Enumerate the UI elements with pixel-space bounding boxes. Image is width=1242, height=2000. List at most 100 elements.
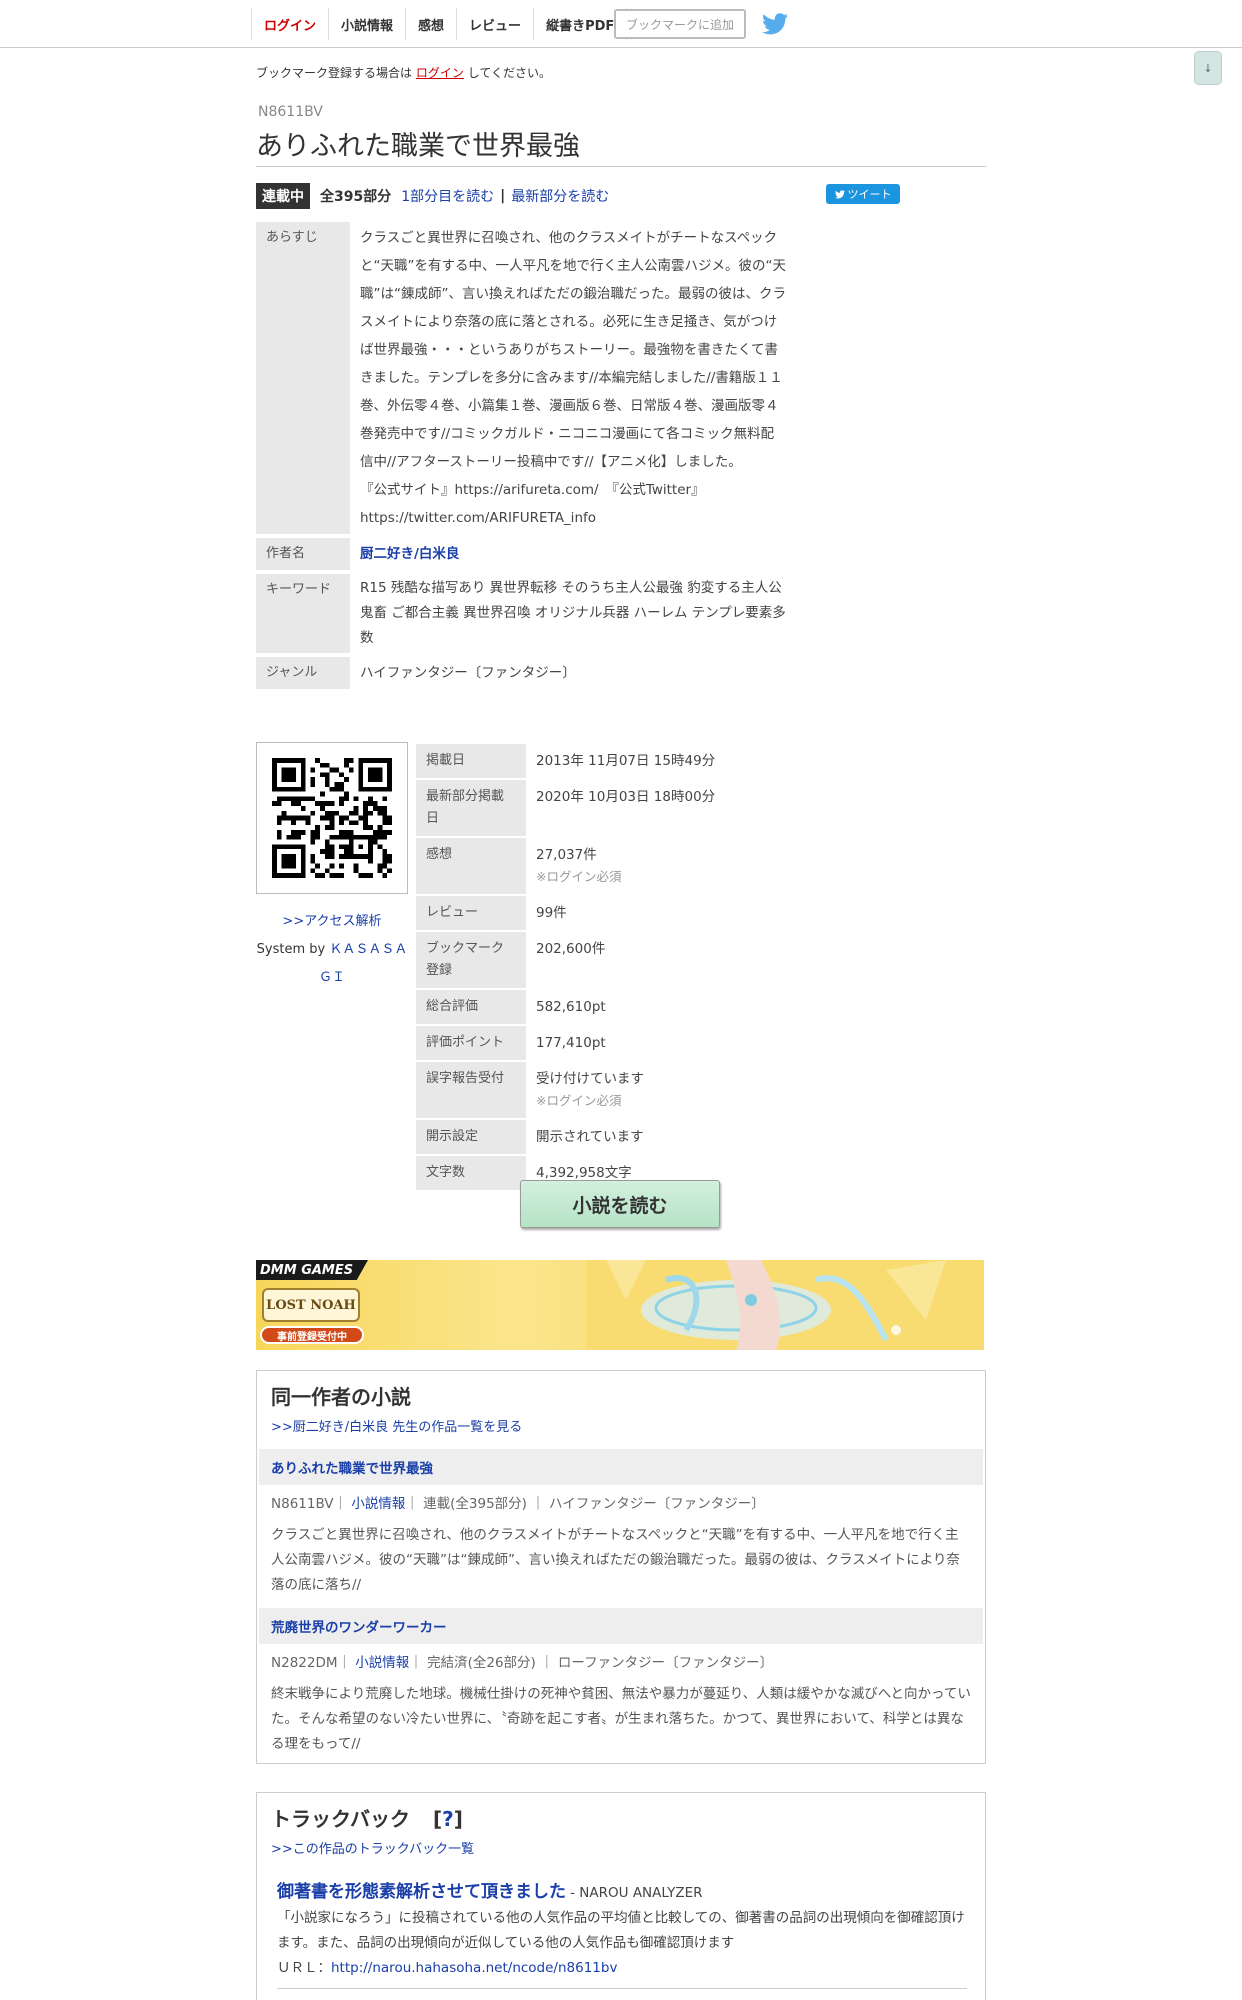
kasasagi-link[interactable]: ＫＡＳＡＳＡＧＩ [319,942,407,985]
keyword-text: R15 残酷な描写あり 異世界転移 そのうち主人公最強 豹変する主人公 鬼畜 ご… [360,580,786,646]
work-item: ありふれた職業で世界最強 N8611BV｜ 小説情報｜ 連載(全395部分) ｜… [257,1449,985,1608]
stats-value: 582,610pt [536,999,606,1015]
notice-text-after: してください。 [467,66,551,80]
novel-info-table: あらすじ クラスごと異世界に召喚され、他のクラスメイトがチートなスペックと“天職… [256,218,796,693]
stats-row: 開示設定 開示されています [416,1120,796,1154]
work-description: クラスごと異世界に召喚され、他のクラスメイトがチートなスペックと“天職”を有する… [271,1527,960,1593]
ncode: N8611BV [258,104,323,120]
trackback-entry-source: - NAROU ANALYZER [570,1885,703,1901]
author-label: 作者名 [256,538,350,570]
stats-value: 2020年 10月03日 18時00分 [536,789,716,805]
stats-value: 202,600件 [536,941,606,957]
system-by-label: System by [256,942,326,957]
synopsis-links: 『公式サイト』https://arifureta.com/ 『公式Twitter… [360,482,705,526]
game-logo: LOST NOAH [262,1288,360,1322]
work-genre: ハイファンタジー〔ファンタジー〕 [549,1496,765,1512]
notice-text: ブックマーク登録する場合は [256,66,413,80]
qr-code [256,742,408,894]
qr-code-image [272,758,392,878]
notice-login-link[interactable]: ログイン [416,66,464,80]
stats-value: 2013年 11月07日 15時49分 [536,753,716,769]
nav-impressions[interactable]: 感想 [406,8,458,40]
synopsis-row: あらすじ クラスごと異世界に召喚され、他のクラスメイトがチートなスペックと“天職… [256,222,796,534]
stats-value-cell: 99件 [526,896,796,930]
same-author-section: 同一作者の小説 >>厨二好き/白米良 先生の作品一覧を見る ありふれた職業で世界… [256,1370,986,1764]
synopsis-cell: クラスごと異世界に召喚され、他のクラスメイトがチートなスペックと“天職”を有する… [350,222,796,534]
status-row: 連載中 全395部分 1部分目を読む | 最新部分を読む [256,183,609,209]
scroll-down-button[interactable]: ↓ [1194,51,1222,85]
stats-value-cell: 177,410pt [526,1026,796,1060]
work-status: 連載(全395部分) [423,1496,527,1512]
stats-value: 開示されています [536,1129,644,1145]
stats-row: ブックマーク登録 202,600件 [416,932,796,988]
author-works-link[interactable]: >>厨二好き/白米良 先生の作品一覧を見る [257,1412,985,1449]
read-first-link[interactable]: 1部分目を読む [401,186,494,206]
ad-banner[interactable]: DMM GAMES LOST NOAH 事前登録受付中 [256,1260,984,1350]
preregister-badge: 事前登録受付中 [260,1326,364,1344]
stats-label: レビュー [416,896,526,930]
trackback-list-link[interactable]: >>この作品のトラックバック一覧 [257,1834,985,1857]
work-title-link[interactable]: 荒廃世界のワンダーワーカー [271,1620,447,1636]
stats-label: 誤字報告受付 [416,1062,526,1118]
stats-value-cell: 開示されています [526,1120,796,1154]
stats-value-cell: 202,600件 [526,932,796,988]
stats-label: 文字数 [416,1156,526,1190]
stats-value-cell: 2013年 11月07日 15時49分 [526,744,796,778]
stats-label: 最新部分掲載日 [416,780,526,836]
parts-count: 全395部分 [320,189,392,205]
stats-row: 掲載日 2013年 11月07日 15時49分 [416,744,796,778]
banner-artwork [586,1260,984,1350]
stats-value-cell: 受け付けています ※ログイン必須 [526,1062,796,1118]
keyword-label: キーワード [256,574,350,653]
nav-login[interactable]: ログイン [252,8,330,40]
same-author-heading: 同一作者の小説 [271,1385,411,1409]
trackback-entry-title[interactable]: 御著書を形態素解析させて頂きました [277,1882,566,1902]
twitter-icon[interactable] [762,13,788,35]
stats-row: 最新部分掲載日 2020年 10月03日 18時00分 [416,780,796,836]
nav-review[interactable]: レビュー [457,8,535,40]
dmm-games-logo: DMM GAMES [256,1260,368,1280]
author-link[interactable]: 厨二好き/白米良 [360,546,459,562]
work-genre: ローファンタジー〔ファンタジー〕 [557,1655,774,1671]
login-notice: ブックマーク登録する場合は ログイン してください。 [256,64,551,81]
read-novel-button[interactable]: 小説を読む [520,1180,720,1228]
nav-novel-info[interactable]: 小説情報 [329,8,407,40]
work-ncode: N8611BV [271,1496,334,1512]
stats-row: 評価ポイント 177,410pt [416,1026,796,1060]
stats-table: 掲載日 2013年 11月07日 15時49分 最新部分掲載日 2020年 10月03… [416,742,796,1192]
trackback-entry-description: 「小説家になろう」に投稿されている他の人気作品の平均値と比較しての、御著書の品詞… [277,1910,965,1951]
novel-title: ありふれた職業で世界最強 [256,131,580,162]
top-navbar: ログイン 小説情報 感想 レビュー 縦書きPDF ブックマークに追加 [0,0,1242,48]
stats-note: ※ログイン必須 [536,869,622,884]
author-cell: 厨二好き/白米良 [350,538,796,570]
work-info-link[interactable]: 小説情報 [355,1655,409,1671]
work-status: 完結済(全26部分) [427,1655,536,1671]
work-info-link[interactable]: 小説情報 [351,1496,405,1512]
synopsis-label: あらすじ [256,222,350,534]
trackback-url-link[interactable]: http://narou.hahasoha.net/ncode/n8611bv [331,1960,617,1976]
stats-value: 27,037件 [536,847,597,863]
main-nav: ログイン 小説情報 感想 レビュー 縦書きPDF [251,8,628,40]
trackback-entry-url: ＵＲＬ：http://narou.hahasoha.net/ncode/n861… [277,1956,965,1980]
trackback-help-link[interactable]: ? [442,1807,454,1831]
work-title-link[interactable]: ありふれた職業で世界最強 [271,1461,433,1477]
stats-value-cell: 582,610pt [526,990,796,1024]
stats-row: 誤字報告受付 受け付けています ※ログイン必須 [416,1062,796,1118]
add-bookmark-button[interactable]: ブックマークに追加 [614,9,746,39]
stats-note: ※ログイン必須 [536,1093,622,1108]
keyword-row: キーワード R15 残酷な描写あり 異世界転移 そのうち主人公最強 豹変する主人… [256,574,796,653]
access-analysis-link[interactable]: >>アクセス解析 [282,914,381,929]
read-latest-link[interactable]: 最新部分を読む [511,186,609,206]
tweet-button[interactable]: ツイート [826,184,900,204]
work-title: 荒廃世界のワンダーワーカー [259,1608,983,1644]
stats-row: 感想 27,037件 ※ログイン必須 [416,838,796,894]
stats-label: 感想 [416,838,526,894]
divider [277,1988,967,1989]
work-meta: N8611BV｜ 小説情報｜ 連載(全395部分) ｜ ハイファンタジー〔ファン… [271,1496,765,1512]
trackback-section: トラックバック [?] >>この作品のトラックバック一覧 御著書を形態素解析させ… [256,1792,986,2000]
trackback-heading: トラックバック [?] [271,1807,463,1831]
stats-value: 99件 [536,905,567,921]
status-badge: 連載中 [256,183,310,209]
work-title: ありふれた職業で世界最強 [259,1449,983,1485]
work-ncode: N2822DM [271,1655,338,1671]
